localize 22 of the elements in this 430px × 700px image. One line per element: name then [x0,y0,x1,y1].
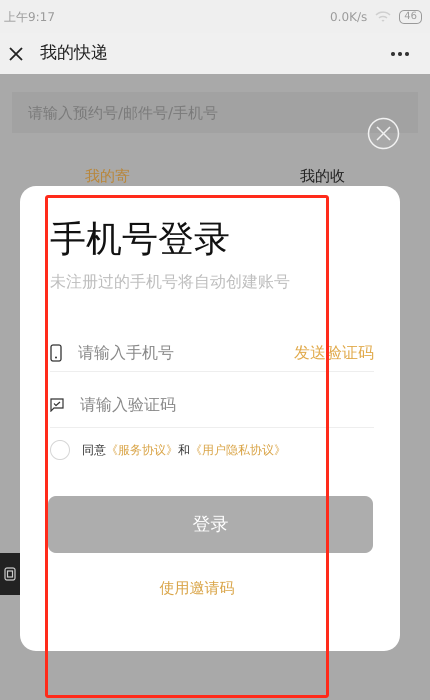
message-check-icon [50,398,64,412]
tab[interactable]: 我的收 [215,165,430,188]
invite-code-link[interactable]: 使用邀请码 [160,577,234,600]
code-input[interactable]: 请输入验证码 [80,392,280,416]
phone-input[interactable]: 请输入手机号 [78,340,238,364]
service-agreement-link[interactable]: 《服务协议》 [106,443,178,457]
more-icon[interactable] [390,50,410,56]
privacy-agreement-link[interactable]: 《用户隐私协议》 [190,443,286,457]
agreement-radio[interactable] [50,440,70,460]
tab[interactable]: 我的寄 [0,165,215,188]
side-tab[interactable] [0,553,20,595]
square-icon [4,567,16,581]
battery-indicator: 46 [399,10,422,24]
agreement-text: 同意《服务协议》和《用户隐私协议》 [82,442,286,459]
dialog-subtitle: 未注册过的手机号将自动创建账号 [50,271,291,293]
dialog-title: 手机号登录 [50,218,231,262]
network-speed: 0.0K/s [330,8,368,26]
status-time: 上午9:17 [4,8,55,26]
page-title: 我的快递 [40,42,108,65]
close-icon[interactable] [8,46,24,62]
phone-icon [50,344,62,362]
wifi-icon [375,10,392,22]
